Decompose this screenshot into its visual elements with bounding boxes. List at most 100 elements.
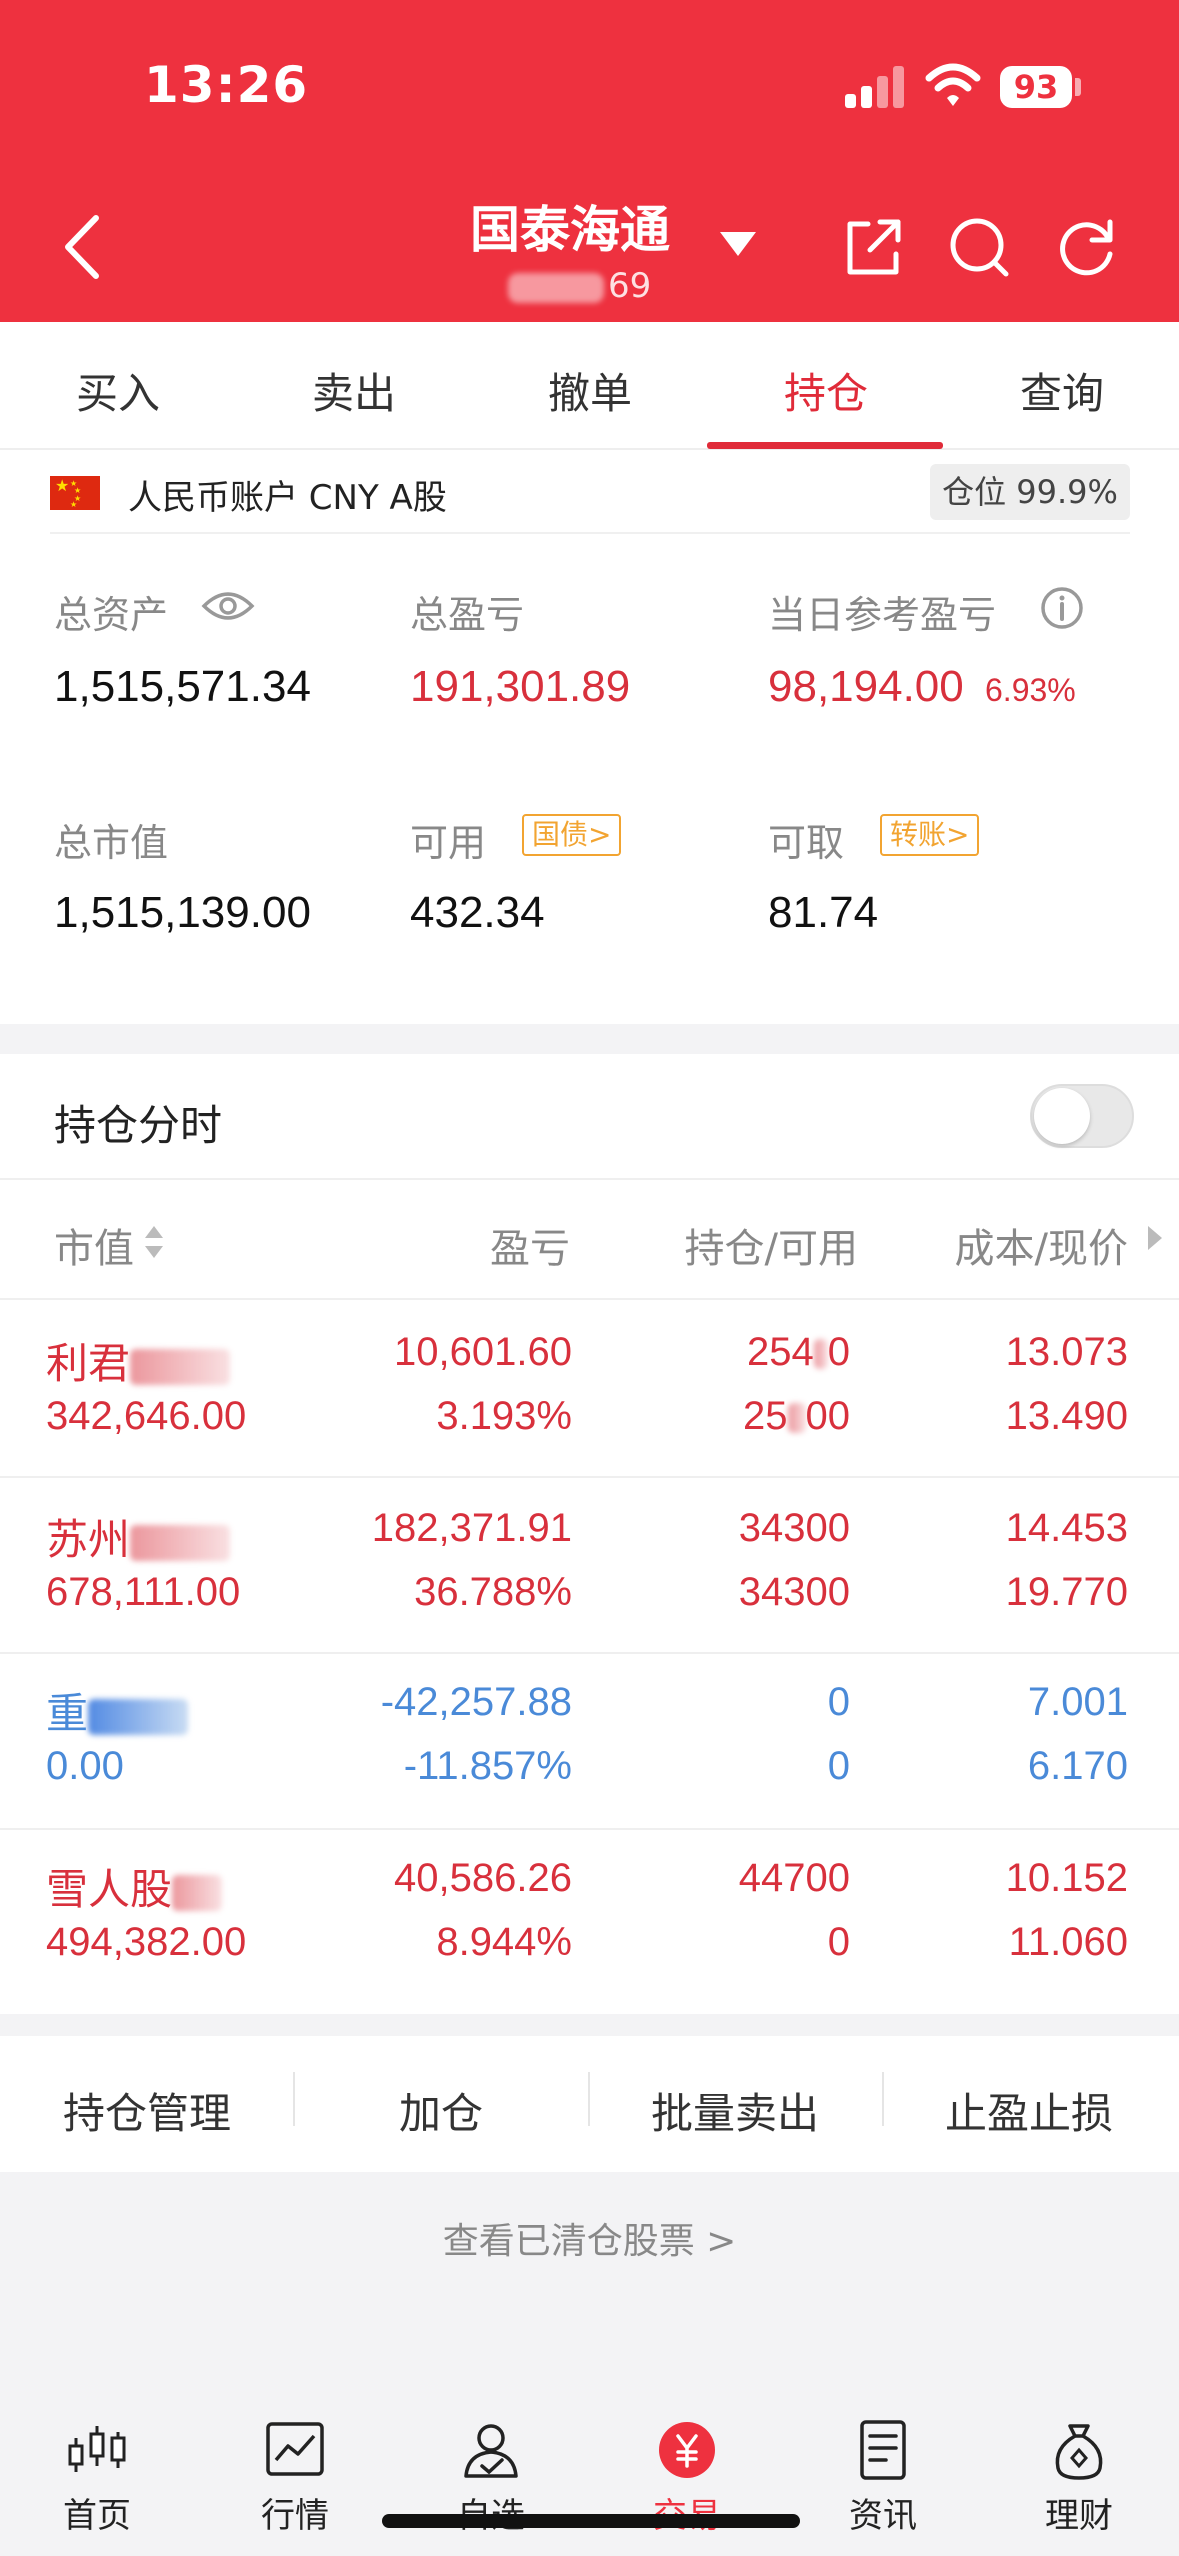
- tab-query[interactable]: 查询: [962, 360, 1162, 421]
- tabbar-label: 首页: [63, 2496, 131, 2536]
- available-qty: 25 00: [743, 1394, 850, 1438]
- china-flag-icon: ★ ★ ★ ★ ★: [50, 476, 100, 510]
- divider: [50, 532, 1130, 534]
- pnl-amount: 40,586.26: [394, 1856, 572, 1900]
- total-pnl-label: 总盈亏: [410, 593, 525, 637]
- column-cost-price: 成本/现价: [954, 1226, 1128, 1272]
- account-dropdown-icon[interactable]: [720, 232, 756, 256]
- column-market-value[interactable]: 市值: [54, 1216, 134, 1274]
- pnl-percent: 36.788%: [414, 1570, 572, 1614]
- signal-icon: [845, 66, 907, 108]
- account-mask: [508, 272, 604, 303]
- tabbar-news[interactable]: 资讯: [808, 2420, 958, 2537]
- trade-tabs: 买入 卖出 撤单 持仓 查询: [0, 322, 1179, 450]
- intraday-toggle[interactable]: [1030, 1084, 1134, 1148]
- market-value: 0.00: [46, 1744, 124, 1788]
- eye-icon[interactable]: [200, 586, 256, 626]
- pnl-percent: -11.857%: [403, 1744, 572, 1788]
- refresh-icon[interactable]: [1054, 214, 1120, 280]
- current-price: 6.170: [1027, 1744, 1128, 1788]
- tabbar-wealth[interactable]: 理财: [1004, 2420, 1154, 2537]
- status-time: 13:26: [144, 56, 309, 114]
- daily-pnl-label: 当日参考盈亏: [768, 593, 997, 637]
- position-qty: 0: [827, 1680, 850, 1724]
- daily-pnl-percent: 6.93%: [985, 672, 1076, 708]
- tabbar-label: 资讯: [849, 2496, 917, 2536]
- pnl-amount: -42,257.88: [380, 1680, 572, 1724]
- tab-positions[interactable]: 持仓: [726, 360, 926, 421]
- position-qty: 254 0: [747, 1330, 850, 1374]
- current-price: 13.490: [1005, 1394, 1128, 1438]
- cost-price: 10.152: [1005, 1856, 1128, 1900]
- total-assets-label: 总资产: [54, 593, 169, 637]
- broker-title[interactable]: 国泰海通: [470, 190, 670, 262]
- toggle-knob: [1034, 1088, 1090, 1144]
- tabbar-label: 行情: [261, 2496, 329, 2536]
- current-price: 19.770: [1005, 1570, 1128, 1614]
- add-position-button[interactable]: 加仓: [294, 2080, 588, 2141]
- battery-indicator: 93: [1000, 66, 1072, 108]
- position-qty: 34300: [738, 1506, 850, 1550]
- share-icon[interactable]: [840, 214, 906, 280]
- info-icon[interactable]: [1040, 586, 1084, 630]
- active-tab-indicator: [707, 442, 943, 449]
- transfer-button[interactable]: 转账>: [880, 814, 980, 856]
- stock-name: 苏州: [46, 1506, 231, 1567]
- total-pnl-value: 191,301.89: [410, 662, 631, 711]
- account-type-label[interactable]: 人民币账户 CNY A股: [128, 470, 447, 519]
- tab-sell[interactable]: 卖出: [254, 360, 454, 421]
- stock-name: 重: [46, 1680, 189, 1741]
- divider: [0, 1178, 1179, 1180]
- daily-pnl-value: 98,194.00: [768, 662, 964, 711]
- sort-icon[interactable]: [142, 1222, 166, 1262]
- tab-buy[interactable]: 买入: [18, 360, 218, 421]
- tabbar-label: 自选: [416, 2488, 566, 2537]
- tabbar-market[interactable]: 行情: [220, 2420, 370, 2537]
- wifi-icon: [925, 63, 981, 106]
- manage-holdings-button[interactable]: 持仓管理: [0, 2080, 294, 2141]
- view-cleared-stocks-link[interactable]: 查看已清仓股票 >: [0, 2212, 1179, 2264]
- back-button[interactable]: [56, 212, 108, 282]
- available-qty: 0: [827, 1744, 850, 1788]
- candlestick-icon: [68, 2426, 126, 2472]
- stock-name: 雪人股: [46, 1856, 223, 1917]
- treasury-bond-button[interactable]: 国债>: [522, 814, 622, 856]
- holding-row[interactable]: 利君 342,646.00 10,601.60 3.193% 254 0 25 00…: [0, 1300, 1179, 1476]
- column-pnl: 盈亏: [490, 1226, 570, 1272]
- stock-name: 利君: [46, 1330, 231, 1391]
- position-ratio-badge: 仓位 99.9%: [930, 464, 1130, 520]
- holding-row[interactable]: 重 0.00 -42,257.88 -11.857% 0 0 7.001 6.1…: [0, 1654, 1179, 1830]
- market-value-label: 总市值: [54, 821, 169, 865]
- bottom-tab-bar: [0, 2398, 1179, 2556]
- withdrawable-label: 可取: [768, 821, 845, 865]
- tabbar-label: 交易: [612, 2488, 762, 2537]
- account-suffix: 69: [608, 266, 652, 306]
- holding-row[interactable]: 雪人股 494,382.00 40,586.26 8.944% 44700 0 …: [0, 1830, 1179, 2006]
- tabbar-home[interactable]: 首页: [22, 2420, 172, 2537]
- available-label: 可用: [410, 821, 487, 865]
- tab-cancel[interactable]: 撤单: [490, 360, 690, 421]
- available-qty: 34300: [738, 1570, 850, 1614]
- tabbar-label: 理财: [1045, 2496, 1113, 2536]
- cost-price: 13.073: [1005, 1330, 1128, 1374]
- app-header: 13:26 93 国泰海通 69: [0, 0, 1179, 322]
- batch-sell-button[interactable]: 批量卖出: [588, 2080, 882, 2141]
- cost-price: 14.453: [1005, 1506, 1128, 1550]
- column-position: 持仓/可用: [684, 1226, 858, 1272]
- market-value-value: 1,515,139.00: [54, 888, 311, 937]
- battery-tip: [1075, 78, 1081, 96]
- take-profit-stop-loss-button[interactable]: 止盈止损: [882, 2080, 1176, 2141]
- scroll-right-icon[interactable]: [1148, 1226, 1162, 1250]
- holding-row[interactable]: 苏州 678,111.00 182,371.91 36.788% 34300 3…: [0, 1478, 1179, 1654]
- account-number: 69: [508, 266, 651, 306]
- pnl-percent: 3.193%: [436, 1394, 572, 1438]
- pnl-amount: 10,601.60: [394, 1330, 572, 1374]
- person-check-icon: [464, 2424, 518, 2478]
- available-value: 432.34: [410, 888, 545, 937]
- search-icon[interactable]: [946, 214, 1012, 280]
- home-indicator: [382, 2514, 800, 2528]
- yuan-icon: [659, 2422, 715, 2478]
- withdrawable-value: 81.74: [768, 888, 879, 937]
- market-value: 494,382.00: [46, 1920, 247, 1964]
- available-qty: 0: [827, 1920, 850, 1964]
